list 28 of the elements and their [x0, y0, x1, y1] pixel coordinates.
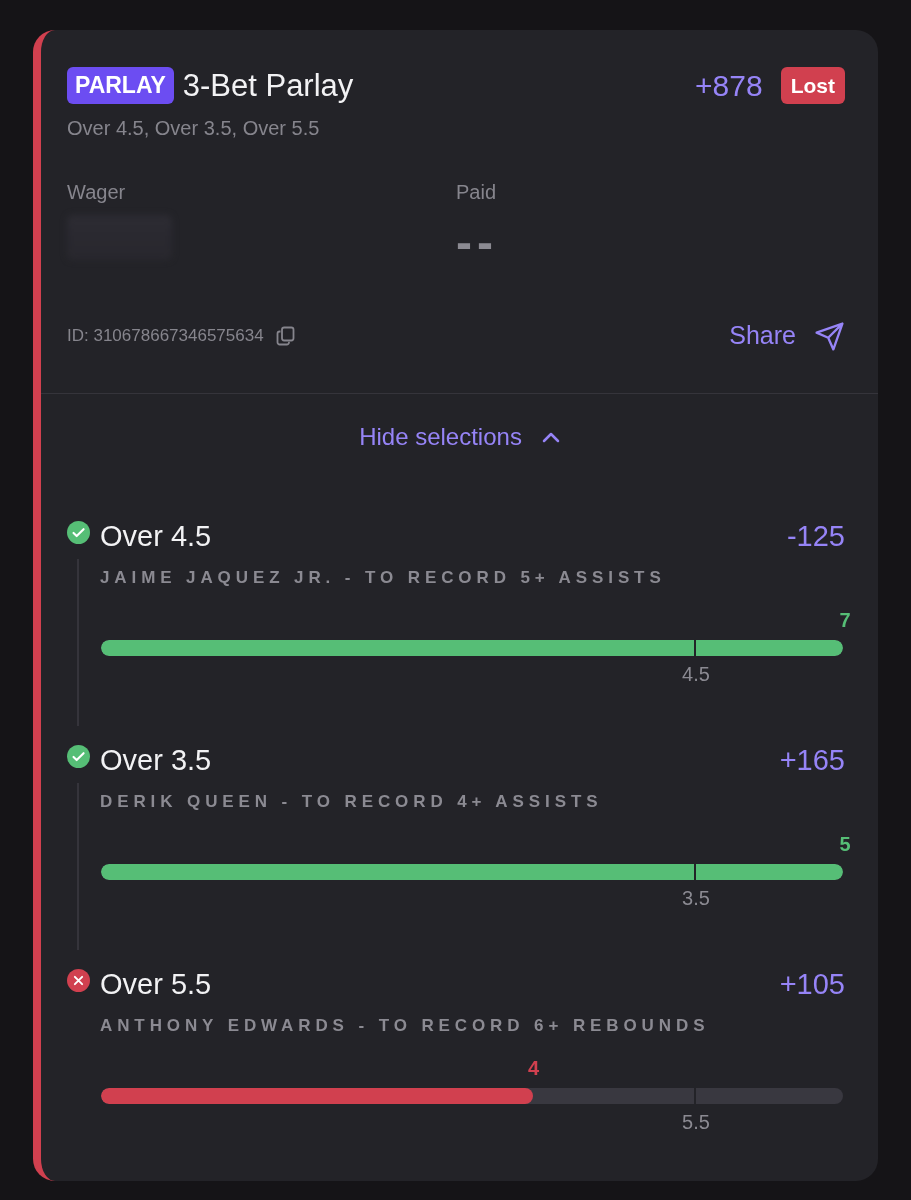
leg-odds: -125	[786, 519, 845, 553]
threshold-label: 3.5	[682, 886, 710, 910]
leg-title: Over 3.5	[100, 743, 212, 777]
progress-reading: 7	[839, 608, 851, 632]
copy-icon[interactable]	[275, 326, 295, 346]
leg-market: ANTHONY EDWARDS - TO RECORD 6+ REBOUNDS	[100, 1016, 711, 1036]
bet-type-badge: PARLAY	[67, 67, 174, 104]
share-button[interactable]: Share	[729, 317, 845, 355]
bet-summary: Over 4.5, Over 3.5, Over 5.5	[67, 116, 321, 140]
leg-market: JAIME JAQUEZ JR. - TO RECORD 5+ ASSISTS	[100, 568, 667, 588]
stat-value: --	[456, 223, 499, 263]
hide-selections-toggle[interactable]: Hide selections	[359, 422, 560, 452]
bet-id: ID: 310678667346575634	[67, 325, 264, 348]
leg-market: DERIK QUEEN - TO RECORD 4+ ASSISTS	[100, 792, 604, 812]
stat-label: Wager	[67, 180, 127, 204]
leg-title: Over 5.5	[100, 967, 212, 1001]
threshold-label: 5.5	[682, 1110, 710, 1134]
status-badge: Lost	[780, 67, 845, 104]
send-icon	[814, 320, 845, 352]
leg-odds: +105	[779, 967, 845, 1001]
progress-reading: 4	[528, 1056, 540, 1080]
bet-odds: +878	[695, 68, 763, 104]
leg-title: Over 4.5	[100, 519, 212, 553]
threshold-label: 4.5	[682, 662, 710, 686]
bet-title: 3-Bet Parlay	[182, 67, 354, 104]
stat-label: Paid	[456, 180, 498, 204]
leg-odds: +165	[779, 743, 845, 777]
progress-reading: 5	[839, 832, 851, 856]
